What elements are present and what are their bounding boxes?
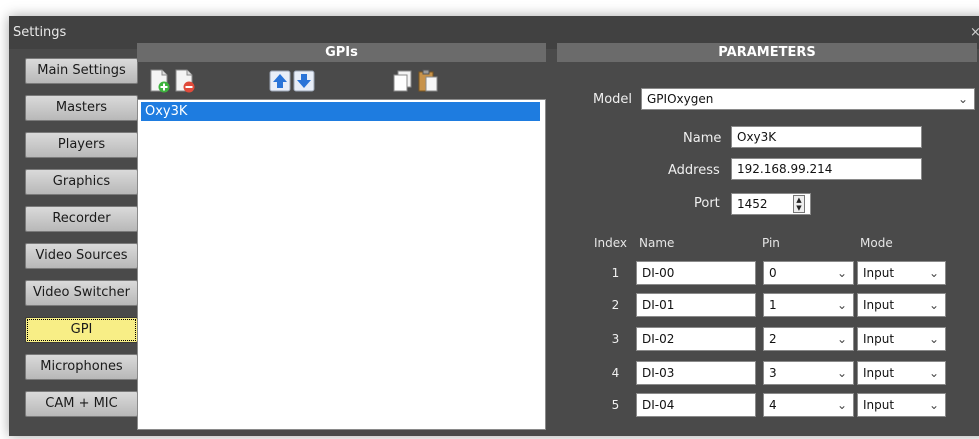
address-label: Address [668,163,720,178]
move-up-icon[interactable] [269,69,291,93]
pin-name-field[interactable]: DI-04 [636,393,756,417]
list-item[interactable]: Oxy3K [141,102,540,121]
port-value: 1452 [737,197,768,211]
pin-select[interactable]: 4 ⌄ [763,393,854,417]
sidebar-item-microphones[interactable]: Microphones [25,354,138,380]
port-spinner[interactable]: ▲ ▼ [793,195,805,213]
port-label: Port [694,196,720,211]
pin-name-field[interactable]: DI-00 [636,261,756,285]
gpis-header: GPIs [137,43,546,62]
mode-select-value: Input [863,266,895,280]
mode-select[interactable]: Input ⌄ [857,393,946,417]
model-label: Model [593,92,633,107]
name-header: Name [639,236,675,250]
chevron-down-icon: ⌄ [928,398,939,412]
name-field[interactable]: Oxy3K [731,126,922,148]
chevron-down-icon: ⌄ [957,92,968,106]
sidebar-item-video-sources[interactable]: Video Sources [25,243,138,269]
gpi-list[interactable]: Oxy3K [137,99,546,430]
chevron-down-icon: ⌄ [836,332,847,346]
mode-select[interactable]: Input ⌄ [857,261,946,285]
sidebar-item-recorder[interactable]: Recorder [25,206,138,232]
pin-select-value: 2 [769,332,777,346]
mode-select-value: Input [863,398,895,412]
add-document-icon[interactable] [149,69,171,93]
mode-select[interactable]: Input ⌄ [857,361,946,385]
spin-down-icon[interactable]: ▼ [794,204,804,212]
row-index: 5 [611,398,620,412]
spin-up-icon[interactable]: ▲ [794,196,804,204]
chevron-down-icon: ⌄ [836,298,847,312]
gpis-toolbar [137,69,546,97]
sidebar-item-cam-mic[interactable]: CAM + MIC [25,391,138,417]
chevron-down-icon: ⌄ [836,398,847,412]
pin-name-field[interactable]: DI-03 [636,361,756,385]
pin-header: Pin [762,236,780,250]
pin-select[interactable]: 1 ⌄ [763,293,854,317]
row-index: 2 [611,298,620,312]
mode-select[interactable]: Input ⌄ [857,293,946,317]
sidebar: Main Settings Masters Players Graphics R… [9,49,143,439]
remove-document-icon[interactable] [174,69,196,93]
chevron-down-icon: ⌄ [928,298,939,312]
parameters-header: PARAMETERS [557,43,977,62]
mode-select-value: Input [863,332,895,346]
move-down-icon[interactable] [293,69,315,93]
mode-select-value: Input [863,366,895,380]
sidebar-item-masters[interactable]: Masters [25,95,138,121]
sidebar-item-gpi[interactable]: GPI [25,317,138,343]
pin-select-value: 3 [769,366,777,380]
row-index: 1 [611,266,620,280]
mode-select[interactable]: Input ⌄ [857,327,946,351]
sidebar-item-graphics[interactable]: Graphics [25,169,138,195]
model-select[interactable]: GPIOxygen ⌄ [641,88,975,110]
chevron-down-icon: ⌄ [928,266,939,280]
pin-select[interactable]: 0 ⌄ [763,261,854,285]
paste-icon[interactable] [417,69,439,93]
pin-name-field[interactable]: DI-01 [636,293,756,317]
chevron-down-icon: ⌄ [928,366,939,380]
mode-header: Mode [860,236,893,250]
window-title: Settings [13,25,67,40]
mode-select-value: Input [863,298,895,312]
row-index: 3 [611,332,620,346]
index-header: Index [594,236,628,250]
chevron-down-icon: ⌄ [836,266,847,280]
pin-select-value: 0 [769,266,777,280]
model-select-value: GPIOxygen [647,92,714,106]
row-index: 4 [611,366,620,380]
chevron-down-icon: ⌄ [928,332,939,346]
sidebar-item-main-settings[interactable]: Main Settings [25,58,138,84]
sidebar-item-players[interactable]: Players [25,132,138,158]
address-field[interactable]: 192.168.99.214 [731,158,922,180]
copy-icon[interactable] [392,69,414,93]
pin-select[interactable]: 3 ⌄ [763,361,854,385]
pin-select-value: 1 [769,298,777,312]
chevron-down-icon: ⌄ [836,366,847,380]
pin-name-field[interactable]: DI-02 [636,327,756,351]
pin-select-value: 4 [769,398,777,412]
sidebar-item-video-switcher[interactable]: Video Switcher [25,280,138,306]
pin-select[interactable]: 2 ⌄ [763,327,854,351]
name-label: Name [683,131,722,146]
